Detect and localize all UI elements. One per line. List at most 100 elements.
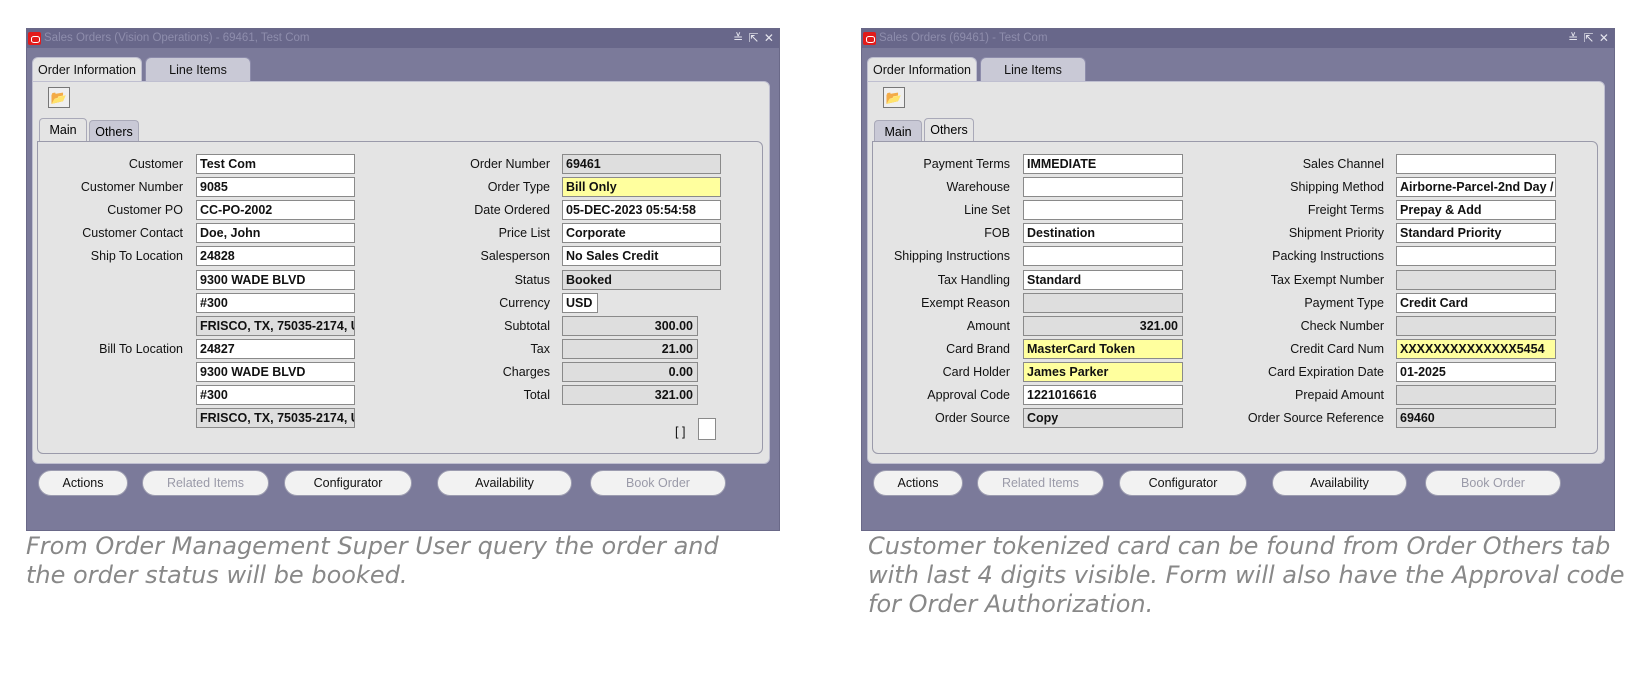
field-currency[interactable]: USD (562, 292, 598, 313)
field-order-type[interactable]: Bill Only (562, 177, 721, 198)
subtab-content: Payment Terms IMMEDIATE Warehouse Line Set F… (872, 141, 1598, 454)
field-prepaid-amount[interactable] (1396, 385, 1556, 405)
label-packing-instructions: Packing Instructions (1272, 249, 1384, 264)
subtab-others[interactable]: Others (924, 118, 974, 142)
related-items-button[interactable]: Related Items (142, 470, 269, 496)
field-credit-card-num[interactable]: XXXXXXXXXXXXXX5454 (1396, 338, 1556, 359)
order-information-panel: 📂 Main Others Customer Test Com Customer Numb… (32, 81, 770, 464)
field-card-expiration-date[interactable]: 01-2025 (1396, 361, 1556, 382)
window-controls-icon[interactable]: ≚ ⇱ ✕ (733, 29, 775, 48)
book-order-button[interactable]: Book Order (1425, 470, 1561, 496)
label-customer-po: Customer PO (107, 203, 183, 218)
field-payment-terms[interactable]: IMMEDIATE (1023, 154, 1183, 174)
label-order-source: Order Source (934, 411, 1010, 426)
field-salesperson[interactable]: No Sales Credit (562, 246, 721, 267)
field-shipping-method[interactable]: Airborne-Parcel-2nd Day / (1396, 177, 1556, 198)
tab-order-information[interactable]: Order Information (867, 57, 977, 83)
subtab-main[interactable]: Main (39, 118, 87, 142)
tab-line-items[interactable]: Line Items (980, 57, 1086, 81)
field-line-5[interactable]: 9300 WADE BLVD (196, 269, 355, 290)
window-title: Sales Orders (Vision Operations) - 69461… (44, 32, 310, 44)
window-title-bar[interactable]: Sales Orders (69461) - Test Com ≚ ⇱ ✕ (862, 29, 1614, 48)
field-customer-contact[interactable]: Doe, John (196, 223, 355, 244)
field-order-number[interactable]: 69461 (562, 154, 721, 174)
label-shipping-method: Shipping Method (1290, 180, 1384, 195)
field-customer-number[interactable]: 9085 (196, 177, 355, 198)
label-date-ordered: Date Ordered (474, 203, 550, 218)
field-line-7[interactable]: FRISCO, TX, 75035-2174, U (196, 315, 355, 336)
field-line-10[interactable]: #300 (196, 385, 355, 405)
tab-line-items[interactable]: Line Items (145, 57, 251, 81)
label-customer: Customer (128, 157, 183, 171)
field-card-holder[interactable]: James Parker (1023, 361, 1183, 382)
field-check-number[interactable] (1396, 315, 1556, 336)
field-tax[interactable]: 21.00 (562, 338, 698, 359)
field-total[interactable]: 321.00 (562, 385, 698, 405)
caption-right: Customer tokenized card can be found fro… (868, 532, 1625, 618)
field-packing-instructions[interactable] (1396, 246, 1556, 267)
related-items-button[interactable]: Related Items (977, 470, 1104, 496)
label-charges: Charges (502, 364, 550, 379)
label-check-number: Check Number (1300, 318, 1384, 333)
field-bill-to-location[interactable]: 24827 (196, 338, 355, 359)
field-customer[interactable]: Test Com (196, 154, 355, 174)
field-order-source[interactable]: Copy (1023, 408, 1183, 429)
label-approval-code: Approval Code (927, 388, 1010, 402)
subtab-others[interactable]: Others (89, 120, 139, 142)
label-bill-to-location: Bill To Location (99, 341, 183, 356)
field-status[interactable]: Booked (562, 269, 721, 290)
field-tax-exempt-number[interactable] (1396, 269, 1556, 290)
label-total: Total (523, 388, 550, 402)
book-order-button[interactable]: Book Order (590, 470, 726, 496)
subtab-main[interactable]: Main (874, 120, 922, 142)
field-line-set[interactable] (1023, 200, 1183, 221)
window-title: Sales Orders (69461) - Test Com (879, 32, 1048, 44)
label-payment-terms: Payment Terms (923, 157, 1010, 171)
field-line-11[interactable]: FRISCO, TX, 75035-2174, U (196, 408, 355, 429)
actions-button[interactable]: Actions (873, 470, 963, 496)
field-payment-type[interactable]: Credit Card (1396, 292, 1556, 313)
label-card-holder: Card Holder (942, 364, 1010, 379)
field-exempt-reason[interactable] (1023, 292, 1183, 313)
label-tax-handling: Tax Handling (937, 272, 1010, 287)
window-controls-icon[interactable]: ≚ ⇱ ✕ (1568, 29, 1610, 48)
field-customer-po[interactable]: CC-PO-2002 (196, 200, 355, 221)
folder-open-icon[interactable]: 📂 (48, 87, 70, 108)
descriptive-flexfield-box[interactable] (698, 418, 716, 440)
label-shipping-instructions: Shipping Instructions (893, 249, 1010, 264)
tab-order-information[interactable]: Order Information (32, 57, 142, 83)
actions-button[interactable]: Actions (38, 470, 128, 496)
label-credit-card-num: Credit Card Num (1290, 341, 1384, 356)
label-sales-channel: Sales Channel (1302, 157, 1384, 171)
field-sales-channel[interactable] (1396, 154, 1556, 174)
oracle-logo-icon (28, 32, 41, 45)
field-line-6[interactable]: #300 (196, 292, 355, 313)
configurator-button[interactable]: Configurator (284, 470, 412, 496)
configurator-button[interactable]: Configurator (1119, 470, 1247, 496)
field-ship-to-location[interactable]: 24828 (196, 246, 355, 267)
availability-button[interactable]: Availability (437, 470, 572, 496)
field-amount[interactable]: 321.00 (1023, 315, 1183, 336)
field-card-brand[interactable]: MasterCard Token (1023, 338, 1183, 359)
field-shipment-priority[interactable]: Standard Priority (1396, 223, 1556, 244)
field-fob[interactable]: Destination (1023, 223, 1183, 244)
field-order-source-reference[interactable]: 69460 (1396, 408, 1556, 429)
field-shipping-instructions[interactable] (1023, 246, 1183, 267)
window-title-bar[interactable]: Sales Orders (Vision Operations) - 69461… (27, 29, 779, 48)
label-order-source-reference: Order Source Reference (1247, 411, 1384, 426)
field-approval-code[interactable]: 1221016616 (1023, 385, 1183, 405)
folder-open-icon[interactable]: 📂 (883, 87, 905, 108)
field-warehouse[interactable] (1023, 177, 1183, 198)
label-card-expiration-date: Card Expiration Date (1267, 364, 1384, 379)
label-salesperson: Salesperson (480, 249, 551, 264)
availability-button[interactable]: Availability (1272, 470, 1407, 496)
field-charges[interactable]: 0.00 (562, 361, 698, 382)
field-subtotal[interactable]: 300.00 (562, 315, 698, 336)
label-customer-contact: Customer Contact (82, 226, 183, 241)
field-freight-terms[interactable]: Prepay & Add (1396, 200, 1556, 221)
label-order-type: Order Type (487, 180, 550, 195)
field-line-9[interactable]: 9300 WADE BLVD (196, 361, 355, 382)
field-date-ordered[interactable]: 05-DEC-2023 05:54:58 (562, 200, 721, 221)
field-price-list[interactable]: Corporate (562, 223, 721, 244)
field-tax-handling[interactable]: Standard (1023, 269, 1183, 290)
